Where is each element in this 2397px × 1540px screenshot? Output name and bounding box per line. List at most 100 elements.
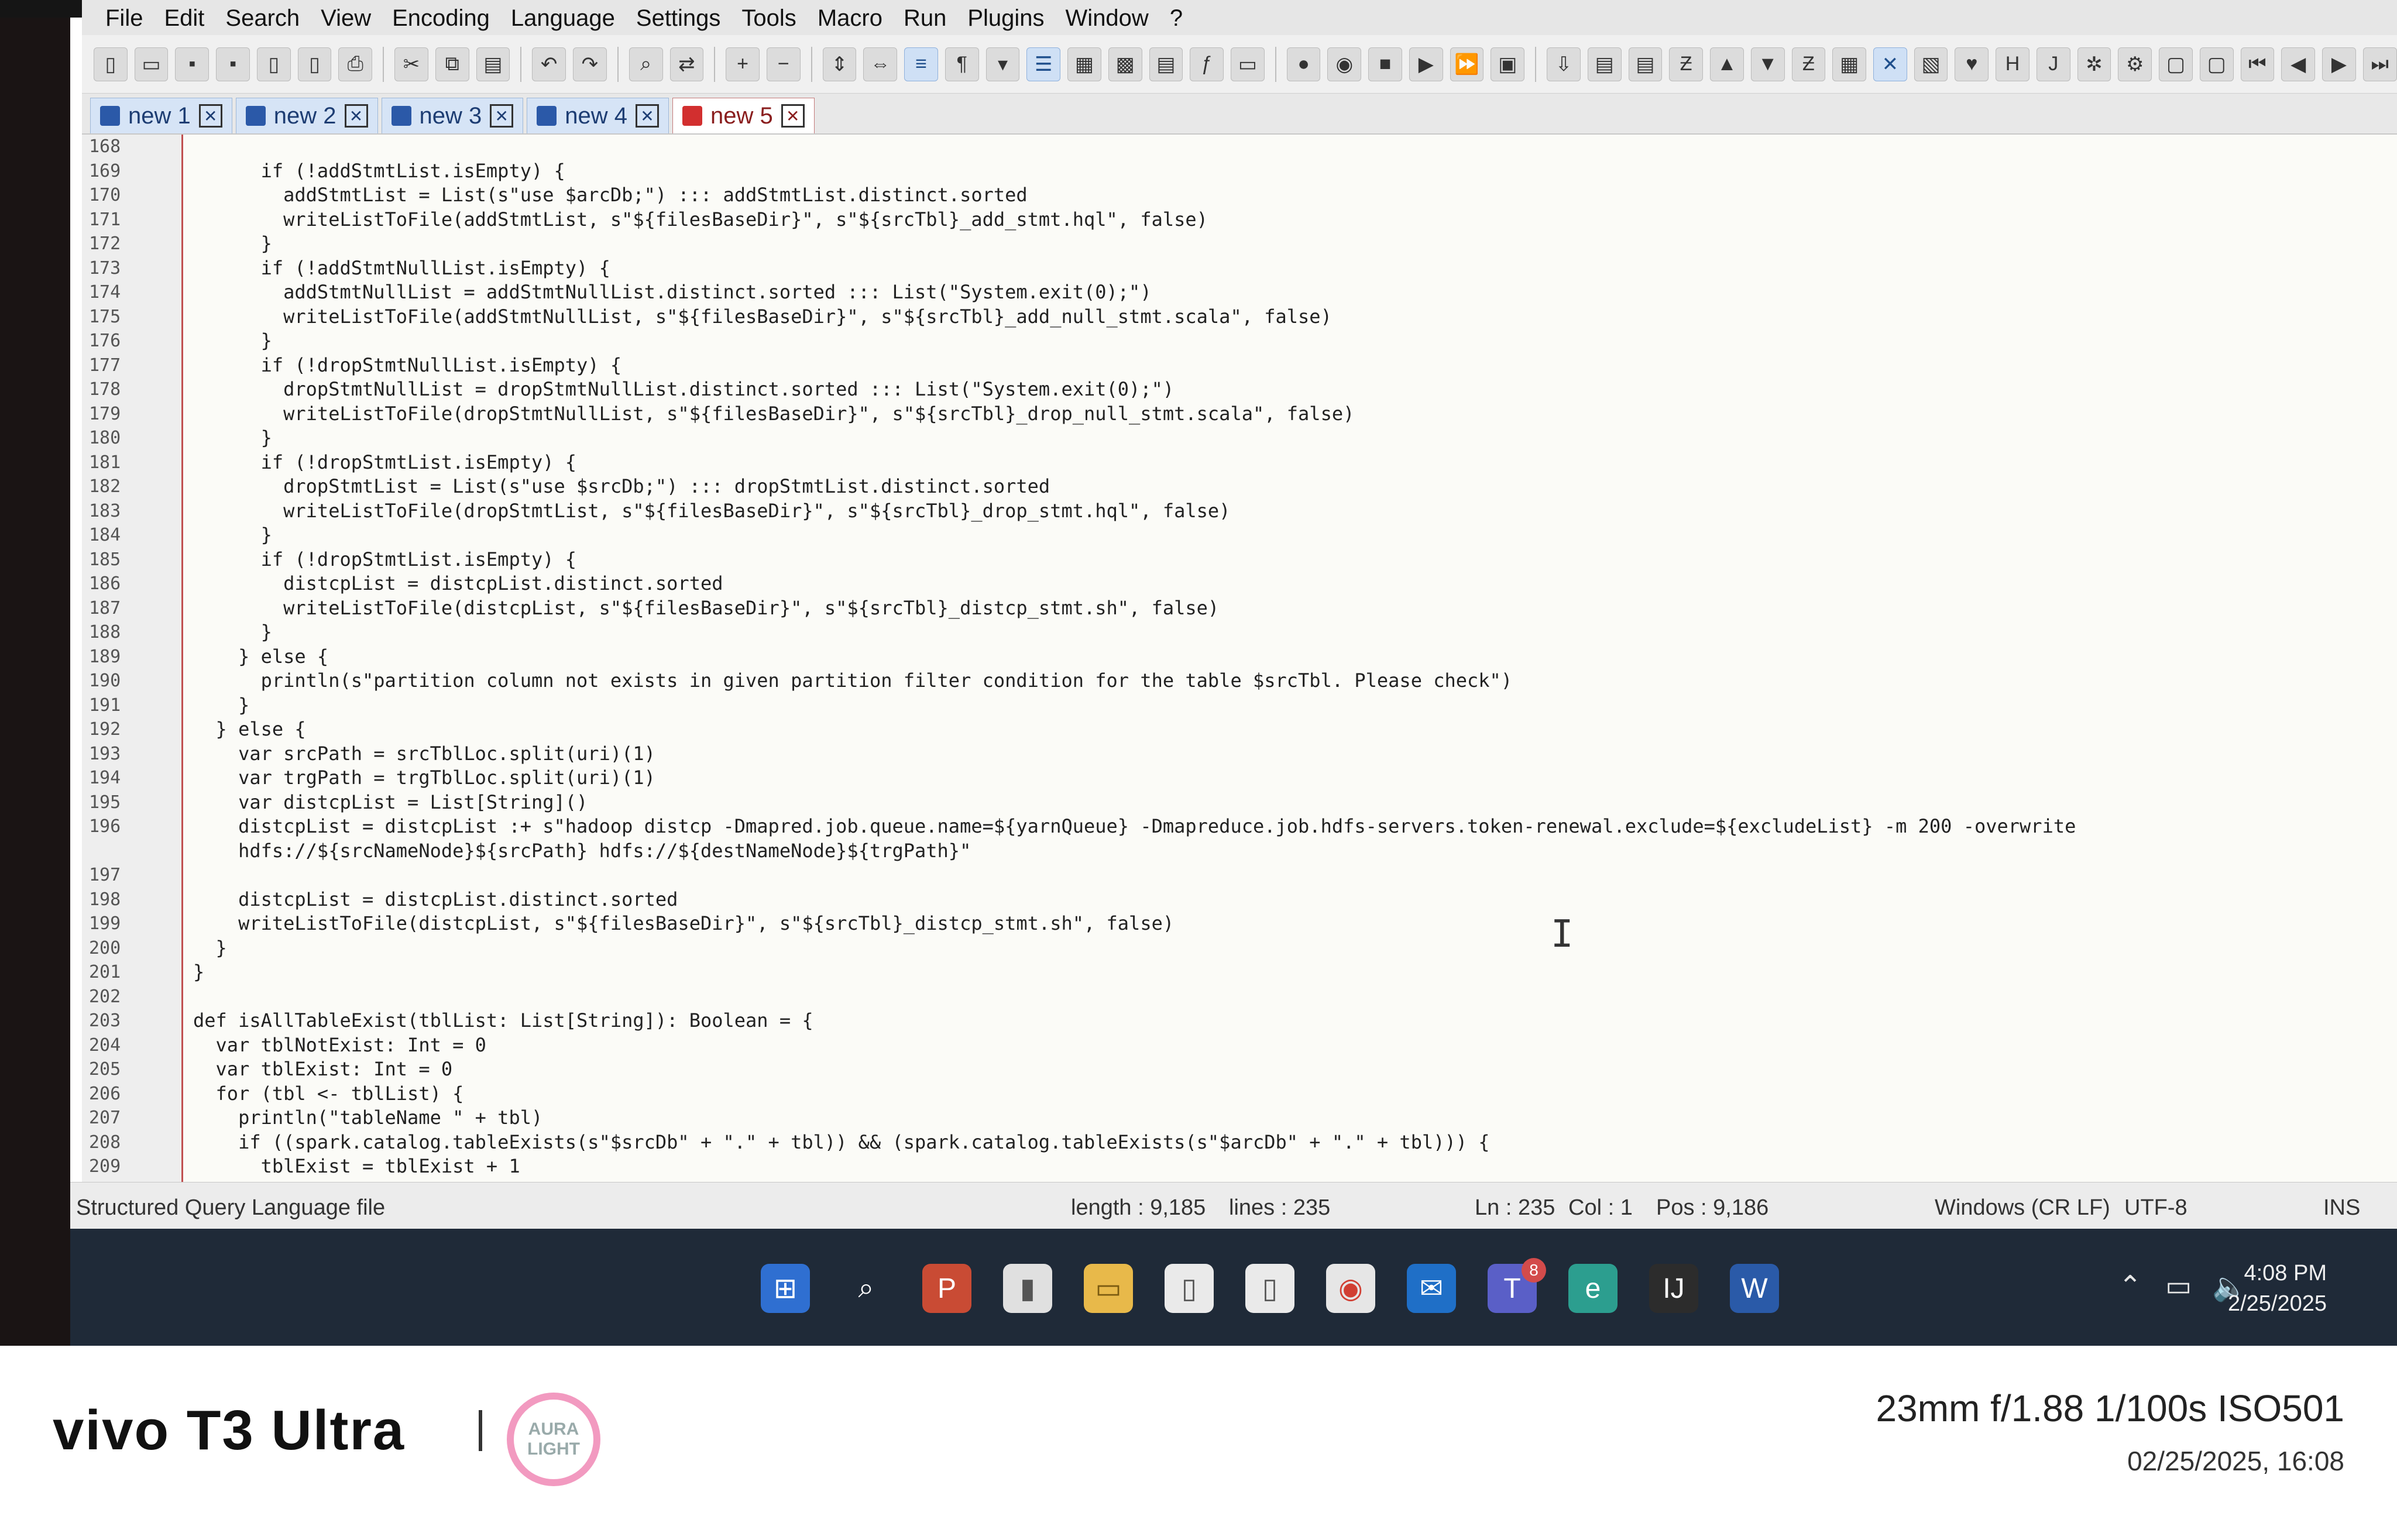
arrow-up-icon[interactable]: ▲	[1710, 47, 1744, 81]
menu-plugins[interactable]: Plugins	[967, 5, 1044, 35]
code-editor[interactable]: 168 169 170 171 172 173 174 175 176 177 178 179 180 1…	[82, 135, 2397, 1182]
tab-new-4[interactable]: new 4 ✕	[527, 98, 669, 133]
code-line[interactable]: var srcPath = srcTblLoc.split(uri)(1)	[193, 742, 2397, 766]
code-line[interactable]: } else {	[193, 717, 2397, 742]
plugin-icon-2[interactable]: ▤	[1587, 47, 1622, 81]
stop-macro-icon[interactable]: ■	[1368, 47, 1402, 81]
plugin-icon-12[interactable]: ▢	[2159, 47, 2193, 81]
zoom-in-icon[interactable]: +	[726, 47, 760, 81]
code-line[interactable]: }	[193, 329, 2397, 353]
code-line[interactable]: println("tableName " + tbl)	[193, 1106, 2397, 1130]
sync-horizontal-icon[interactable]: ⇔	[863, 47, 898, 81]
start-icon[interactable]: ⊞	[761, 1264, 810, 1313]
code-line[interactable]: distcpList = distcpList :+ s"hadoop dist…	[193, 814, 2397, 839]
code-line[interactable]	[193, 985, 2397, 1009]
code-line[interactable]: var tblExist: Int = 0	[193, 1057, 2397, 1082]
arrow-down-icon[interactable]: ▼	[1750, 47, 1785, 81]
close-icon[interactable]: ✕	[490, 104, 514, 128]
plugin-icon-8[interactable]: ▧	[1914, 47, 1948, 81]
new-file-icon[interactable]: ▯	[94, 47, 128, 81]
save-all-icon[interactable]: ▪	[216, 47, 250, 81]
code-line[interactable]: addStmtNullList = addStmtNullList.distin…	[193, 280, 2397, 305]
code-line[interactable]: }	[193, 960, 2397, 985]
intellij-icon[interactable]: IJ	[1649, 1264, 1698, 1313]
doc-map-icon[interactable]: ▩	[1108, 47, 1142, 81]
teams-icon[interactable]: T 8	[1488, 1258, 1546, 1313]
zoom-out-icon[interactable]: −	[766, 47, 801, 81]
menu-view[interactable]: View	[321, 5, 371, 35]
undo-icon[interactable]: ↶	[532, 47, 566, 81]
close-icon[interactable]: ✕	[636, 104, 659, 128]
redo-icon[interactable]: ↷	[573, 47, 607, 81]
paste-icon[interactable]: ▤	[476, 47, 510, 81]
menu-encoding[interactable]: Encoding	[392, 5, 490, 35]
code-line[interactable]: hdfs://${srcNameNode}${srcPath} hdfs://$…	[193, 839, 2397, 864]
code-line[interactable]	[193, 863, 2397, 888]
tab-new-5[interactable]: new 5 ✕	[672, 98, 815, 133]
search-icon[interactable]: ⌕	[842, 1264, 891, 1313]
code-line[interactable]: if ((spark.catalog.tableExists(s"$srcDb"…	[193, 1130, 2397, 1155]
dropdown-arrow-icon[interactable]: ▾	[985, 47, 1020, 81]
code-line[interactable]: if (!addStmtList.isEmpty) {	[193, 159, 2397, 184]
open-file-icon[interactable]: ▭	[134, 47, 169, 81]
last-icon[interactable]: ⏭	[2362, 47, 2397, 81]
database-icon[interactable]: ▮	[1003, 1264, 1052, 1313]
plugin-icon-7[interactable]: ✕	[1873, 47, 1907, 81]
plugin-icon-5[interactable]: Ƶ	[1791, 47, 1826, 81]
code-line[interactable]: writeListToFile(addStmtNullList, s"${fil…	[193, 305, 2397, 329]
code-line[interactable]: distcpList = distcpList.distinct.sorted	[193, 888, 2397, 912]
notepad-plus-plus-icon[interactable]: ▯	[1165, 1264, 1214, 1313]
tab-new-1[interactable]: new 1 ✕	[90, 98, 232, 133]
network-icon[interactable]: ▭	[2165, 1270, 2192, 1302]
plugin-icon-10[interactable]: ✲	[2077, 47, 2111, 81]
play-macro-icon[interactable]: ▶	[1409, 47, 1443, 81]
code-line[interactable]: if (!addStmtNullList.isEmpty) {	[193, 256, 2397, 281]
code-line[interactable]: } else {	[193, 645, 2397, 669]
plugin-icon-1[interactable]: ⇩	[1547, 47, 1581, 81]
code-line[interactable]: if (!dropStmtList.isEmpty) {	[193, 451, 2397, 475]
code-line[interactable]: writeListToFile(distcpList, s"${filesBas…	[193, 912, 2397, 936]
document-icon[interactable]: ▯	[1245, 1264, 1294, 1313]
next-icon[interactable]: ▶	[2322, 47, 2356, 81]
code-line[interactable]: def isAllTableExist(tblList: List[String…	[193, 1009, 2397, 1033]
edge-icon[interactable]: e	[1568, 1264, 1618, 1313]
heart-icon[interactable]: ♥	[1955, 47, 1989, 81]
code-line[interactable]: dropStmtList = List(s"use $srcDb;") ::: …	[193, 475, 2397, 499]
powerpoint-icon[interactable]: P	[922, 1264, 971, 1313]
file-explorer-icon[interactable]: ▭	[1084, 1264, 1133, 1313]
close-icon[interactable]: ✕	[198, 104, 222, 128]
plugin-icon-6[interactable]: ▦	[1832, 47, 1866, 81]
outlook-icon[interactable]: ✉	[1407, 1264, 1456, 1313]
code-line[interactable]: if (!dropStmtNullList.isEmpty) {	[193, 353, 2397, 378]
code-line[interactable]: tblExist = tblExist + 1	[193, 1154, 2397, 1179]
code-line[interactable]: var tblNotExist: Int = 0	[193, 1033, 2397, 1058]
tab-new-3[interactable]: new 3 ✕	[381, 98, 524, 133]
doc-list-icon[interactable]: ▤	[1149, 47, 1183, 81]
monitoring-icon[interactable]: ●	[1286, 47, 1321, 81]
word-icon[interactable]: W	[1730, 1264, 1779, 1313]
record-macro-icon[interactable]: ◉	[1327, 47, 1362, 81]
replace-icon[interactable]: ⇄	[669, 47, 704, 81]
menu-run[interactable]: Run	[904, 5, 946, 35]
menu-window[interactable]: Window	[1066, 5, 1149, 35]
code-line[interactable]: }	[193, 620, 2397, 645]
language-icon[interactable]: ▦	[1067, 47, 1101, 81]
code-line[interactable]	[193, 135, 2397, 159]
code-line[interactable]: }	[193, 232, 2397, 256]
code-line[interactable]: println(s"partition column not exists in…	[193, 669, 2397, 693]
menu-search[interactable]: Search	[225, 5, 300, 35]
chrome-icon[interactable]: ◉	[1326, 1264, 1375, 1313]
code-line[interactable]: writeListToFile(dropStmtList, s"${filesB…	[193, 499, 2397, 524]
code-line[interactable]: }	[193, 693, 2397, 718]
code-line[interactable]: for (tbl <- tblList) {	[193, 1082, 2397, 1106]
sync-vertical-icon[interactable]: ⇕	[822, 47, 857, 81]
copy-icon[interactable]: ⧉	[435, 47, 469, 81]
function-list-icon[interactable]: ƒ	[1190, 47, 1224, 81]
code-line[interactable]: }	[193, 523, 2397, 548]
code-line[interactable]: distcpList = distcpList.distinct.sorted	[193, 572, 2397, 596]
indent-guide-icon[interactable]: ☰	[1026, 47, 1061, 81]
menu-file[interactable]: File	[105, 5, 143, 35]
hash-icon[interactable]: H	[1996, 47, 2029, 81]
close-icon[interactable]: ✕	[781, 104, 805, 128]
code-line[interactable]: addStmtList = List(s"use $arcDb;") ::: a…	[193, 183, 2397, 208]
